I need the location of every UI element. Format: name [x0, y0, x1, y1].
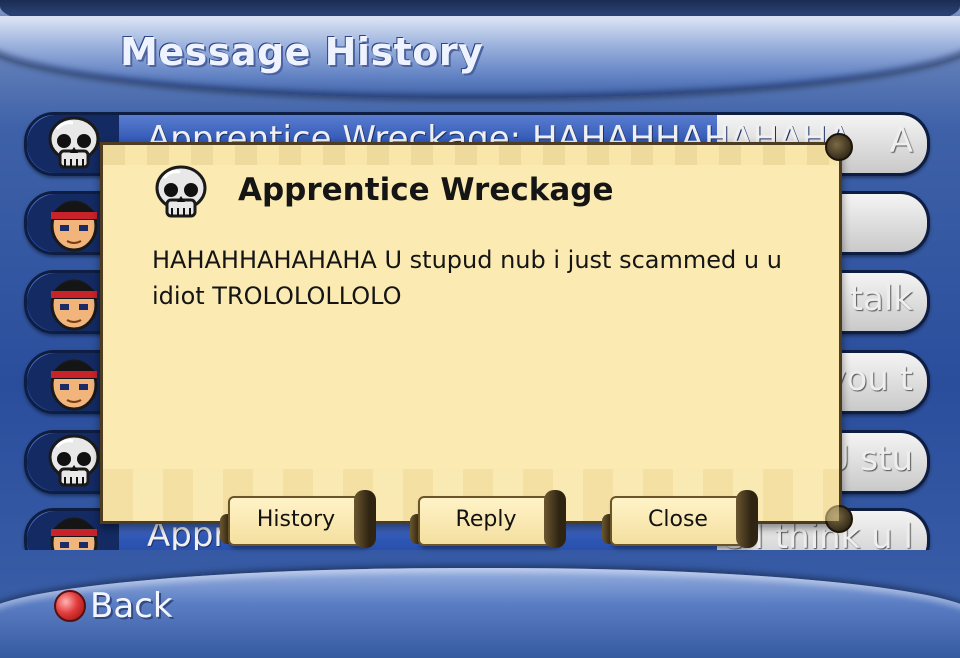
reply-label: Reply — [455, 507, 517, 532]
skull-icon — [150, 164, 212, 222]
message-body: HAHAHHAHAHAHA U stupud nub i just scamme… — [152, 246, 782, 310]
history-label: History — [256, 507, 336, 532]
skull-icon — [43, 433, 105, 491]
red-button-icon — [54, 590, 86, 622]
skull-icon — [43, 115, 105, 173]
player-face-icon — [43, 353, 105, 411]
player-face-icon — [43, 194, 105, 252]
back-label: Back — [90, 586, 173, 626]
player-face-icon — [43, 511, 105, 550]
back-button[interactable]: Back — [54, 586, 173, 626]
history-button[interactable]: History — [220, 490, 380, 548]
screen-title: Message History — [120, 30, 484, 74]
sender-name: Apprentice Wreckage — [238, 172, 614, 208]
reply-button[interactable]: Reply — [410, 490, 570, 548]
scroll-knob-icon — [825, 505, 853, 533]
close-button[interactable]: Close — [602, 490, 762, 548]
scroll-knob-icon — [825, 133, 853, 161]
close-label: Close — [648, 507, 708, 532]
player-face-icon — [43, 273, 105, 331]
message-preview-tail: A — [889, 121, 913, 161]
